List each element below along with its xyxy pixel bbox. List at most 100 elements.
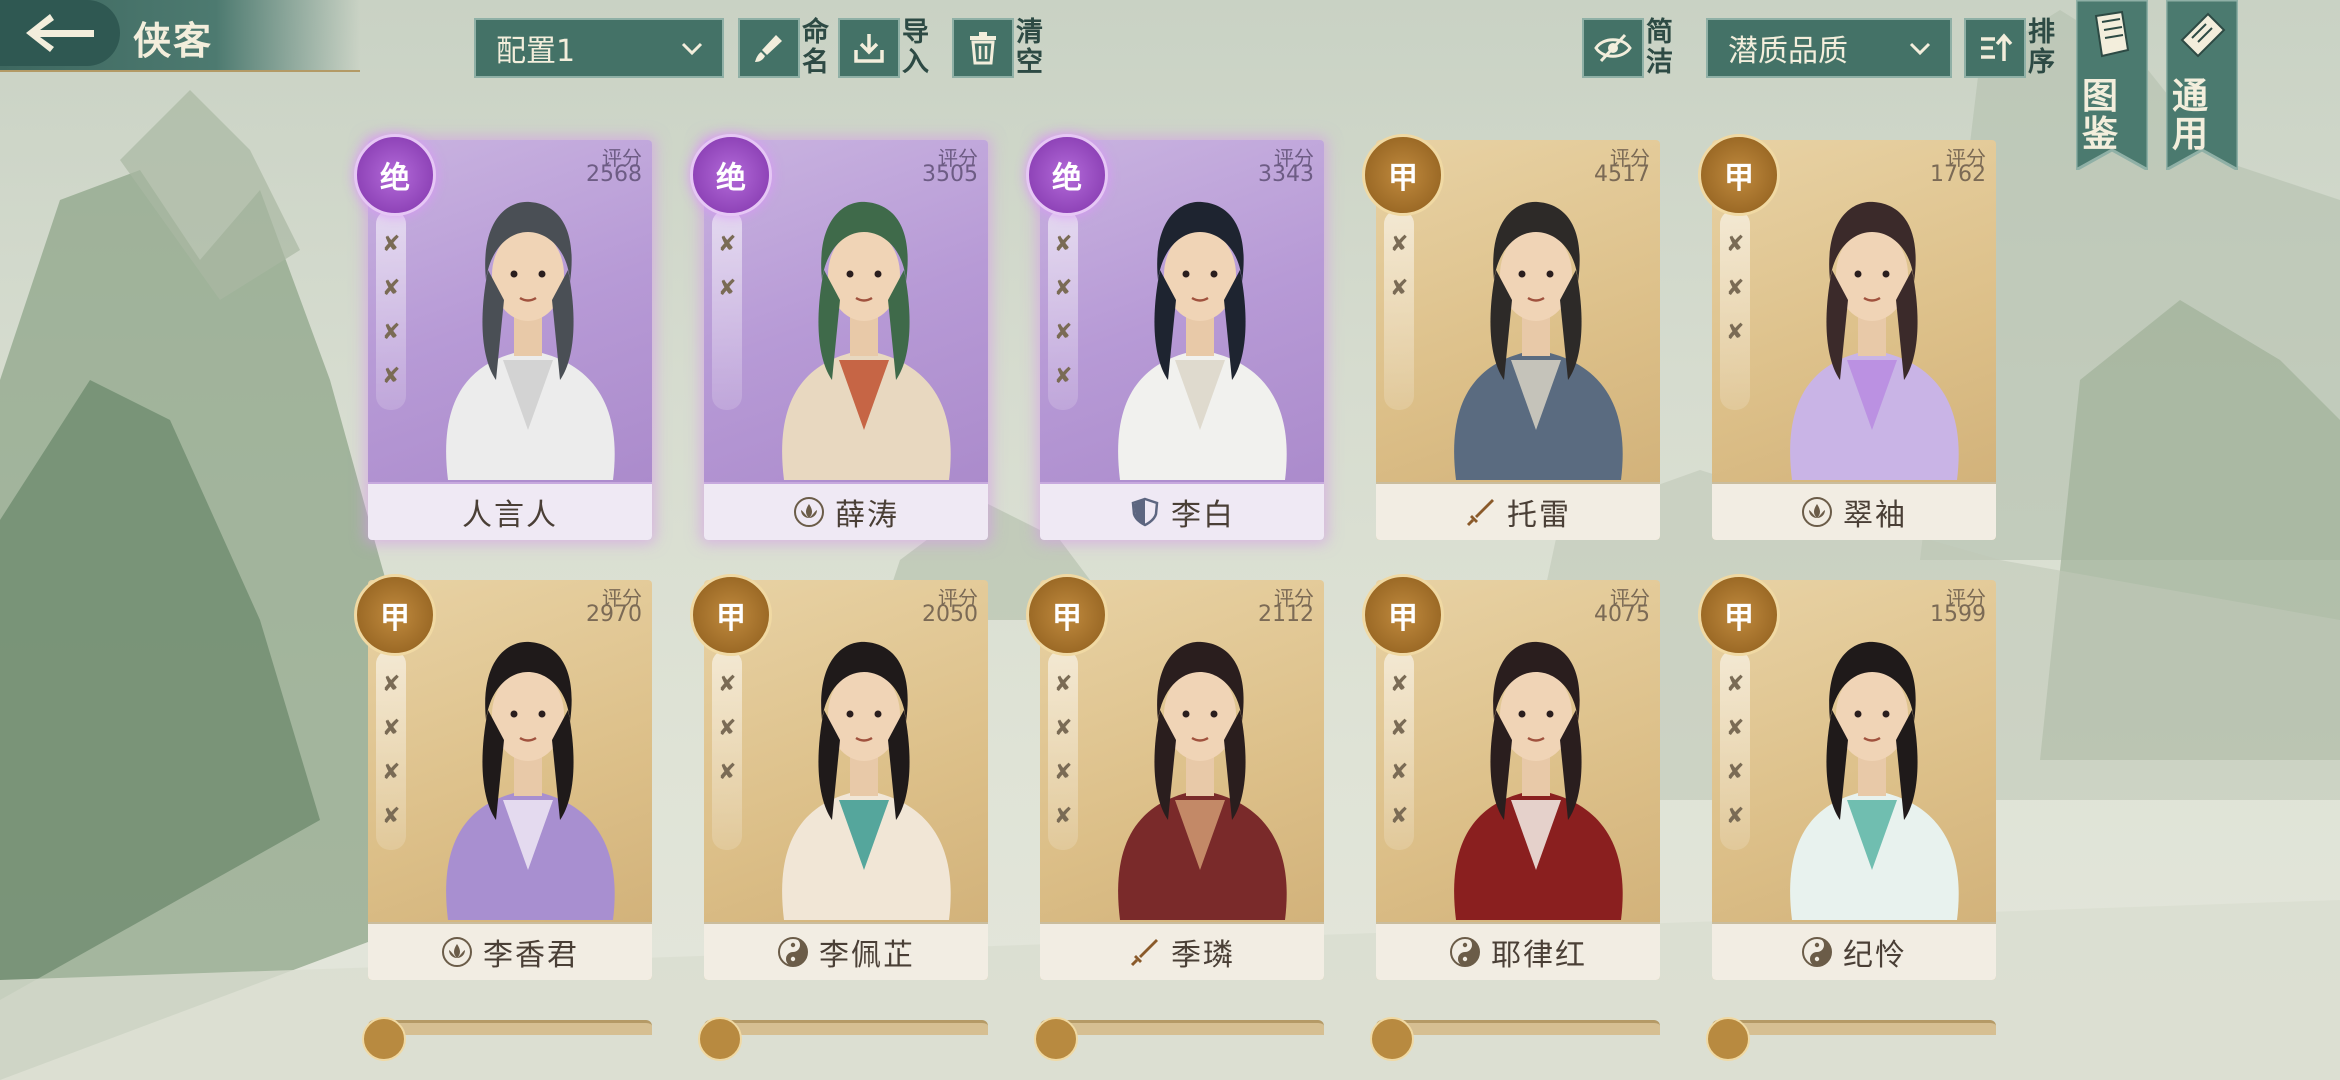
score-value: 1762 bbox=[1930, 162, 1986, 187]
brush-mark-icon: ✘ bbox=[1390, 232, 1409, 257]
score-value: 4517 bbox=[1594, 162, 1650, 187]
sort-select-value: 潜质品质 bbox=[1728, 34, 1848, 69]
brush-mark-icon: ✘ bbox=[718, 716, 737, 741]
hero-name: 耶律红 bbox=[1491, 938, 1587, 973]
brush-mark-icon: ✘ bbox=[1054, 672, 1073, 697]
name-bar: 耶律红 bbox=[1376, 922, 1660, 980]
import-button[interactable]: 导入 bbox=[838, 18, 932, 78]
name-bar: 纪怜 bbox=[1712, 922, 1996, 980]
brush-mark-icon: ✘ bbox=[382, 672, 401, 697]
hero-card[interactable]: ✘ ✘ ✘ ✘ 评分 1599 纪怜甲 bbox=[1698, 574, 1996, 980]
hero-name: 人言人 bbox=[462, 498, 558, 533]
clear-button[interactable]: 清空 bbox=[952, 18, 1046, 78]
hero-name: 纪怜 bbox=[1843, 938, 1907, 973]
hero-card[interactable]: ✘ ✘ ✘ ✘ 评分 2568 人言人绝 bbox=[354, 134, 652, 540]
name-bar: 人言人 bbox=[368, 482, 652, 540]
score-value: 2568 bbox=[586, 162, 642, 187]
brush-mark-icon: ✘ bbox=[1726, 672, 1745, 697]
general-label: 通用 bbox=[2172, 76, 2209, 155]
next-row-card[interactable] bbox=[1706, 1017, 1996, 1061]
codex-label: 图鉴 bbox=[2082, 76, 2119, 155]
codex-bookmark[interactable]: 图鉴 bbox=[2076, 0, 2148, 170]
hero-card[interactable]: ✘ ✘ 评分 3505 薛涛绝 bbox=[690, 134, 988, 540]
lotus-icon bbox=[1802, 497, 1832, 527]
back-arrow-icon bbox=[26, 14, 94, 52]
hero-name: 李佩芷 bbox=[819, 938, 915, 973]
brush-mark-icon: ✘ bbox=[382, 716, 401, 741]
trash-icon bbox=[970, 32, 996, 65]
brush-mark-icon: ✘ bbox=[1726, 716, 1745, 741]
character-portrait bbox=[782, 641, 951, 920]
character-portrait bbox=[782, 201, 951, 480]
score-value: 2112 bbox=[1258, 602, 1314, 627]
eye-off-icon bbox=[1594, 33, 1632, 63]
simplify-button[interactable]: 简洁 bbox=[1582, 18, 1676, 78]
hero-card[interactable]: ✘ ✘ ✘ 评分 2050 李佩芷甲 bbox=[690, 574, 988, 980]
scroll-icon bbox=[2180, 12, 2226, 58]
brush-mark-icon: ✘ bbox=[718, 672, 737, 697]
name-bar: 翠袖 bbox=[1712, 482, 1996, 540]
sort-label: 排序 bbox=[2028, 17, 2055, 78]
sword-icon bbox=[1466, 499, 1494, 527]
brush-mark-icon: ✘ bbox=[1390, 760, 1409, 785]
hero-card[interactable]: ✘ ✘ ✘ ✘ 评分 3343 李白绝 bbox=[1026, 134, 1324, 540]
sort-button[interactable]: 排序 bbox=[1964, 18, 2058, 78]
yinyang-icon bbox=[778, 937, 808, 967]
brush-mark-icon: ✘ bbox=[1054, 804, 1073, 829]
hero-card[interactable]: ✘ ✘ ✘ ✘ 评分 2112 季璘甲 bbox=[1026, 574, 1324, 980]
config-select[interactable]: 配置1 bbox=[474, 18, 724, 78]
back-button[interactable] bbox=[0, 0, 120, 66]
grade-badge: 绝 bbox=[1026, 134, 1108, 216]
brush-mark-icon: ✘ bbox=[382, 760, 401, 785]
brush-mark-icon: ✘ bbox=[382, 232, 401, 257]
brush-mark-icon: ✘ bbox=[1726, 320, 1745, 345]
clear-label: 清空 bbox=[1016, 17, 1043, 78]
next-row-card[interactable] bbox=[362, 1017, 652, 1061]
yinyang-icon bbox=[1802, 937, 1832, 967]
name-bar: 李香君 bbox=[368, 922, 652, 980]
rename-button[interactable]: 命名 bbox=[738, 18, 832, 78]
score-value: 2050 bbox=[922, 602, 978, 627]
grade-badge: 绝 bbox=[354, 134, 436, 216]
sword-icon bbox=[1130, 939, 1158, 967]
grade-badge: 甲 bbox=[1362, 574, 1444, 656]
name-bar: 李白 bbox=[1040, 482, 1324, 540]
character-portrait bbox=[1454, 641, 1623, 920]
hero-card[interactable]: ✘ ✘ ✘ 评分 1762 翠袖甲 bbox=[1698, 134, 1996, 540]
brush-mark-icon: ✘ bbox=[718, 276, 737, 301]
rename-label: 命名 bbox=[802, 17, 829, 78]
character-portrait bbox=[446, 641, 615, 920]
brush-mark-icon: ✘ bbox=[1054, 320, 1073, 345]
sort-select[interactable]: 潜质品质 bbox=[1706, 18, 1952, 78]
next-row-card[interactable] bbox=[698, 1017, 988, 1061]
general-bookmark[interactable]: 通用 bbox=[2166, 0, 2238, 170]
hero-name: 李白 bbox=[1171, 498, 1235, 533]
brush-mark-icon: ✘ bbox=[1726, 804, 1745, 829]
grade-badge: 绝 bbox=[690, 134, 772, 216]
hero-name: 薛涛 bbox=[835, 498, 899, 533]
score-value: 2970 bbox=[586, 602, 642, 627]
hero-card[interactable]: ✘ ✘ ✘ ✘ 评分 4075 耶律红甲 bbox=[1362, 574, 1660, 980]
hero-card[interactable]: ✘ ✘ ✘ ✘ 评分 2970 李香君甲 bbox=[354, 574, 652, 980]
brush-mark-icon: ✘ bbox=[1054, 760, 1073, 785]
book-icon bbox=[2094, 10, 2130, 58]
brush-mark-icon: ✘ bbox=[382, 364, 401, 389]
hero-card[interactable]: ✘ ✘ 评分 4517 托雷甲 bbox=[1362, 134, 1660, 540]
brush-icon bbox=[755, 35, 782, 62]
score-value: 3505 bbox=[922, 162, 978, 187]
score-value: 4075 bbox=[1594, 602, 1650, 627]
brush-mark-icon: ✘ bbox=[1726, 760, 1745, 785]
character-portrait bbox=[1118, 641, 1287, 920]
character-portrait bbox=[446, 201, 615, 480]
hero-name: 李香君 bbox=[483, 938, 579, 973]
character-portrait bbox=[1454, 201, 1623, 480]
config-select-value: 配置1 bbox=[496, 34, 576, 69]
simplify-label: 简洁 bbox=[1646, 17, 1673, 78]
brush-mark-icon: ✘ bbox=[382, 804, 401, 829]
next-row-card[interactable] bbox=[1370, 1017, 1660, 1061]
lotus-icon bbox=[442, 937, 472, 967]
yinyang-icon bbox=[1450, 937, 1480, 967]
next-row-card[interactable] bbox=[1034, 1017, 1324, 1061]
hero-name: 托雷 bbox=[1507, 498, 1571, 533]
sort-icon bbox=[1981, 33, 2013, 61]
